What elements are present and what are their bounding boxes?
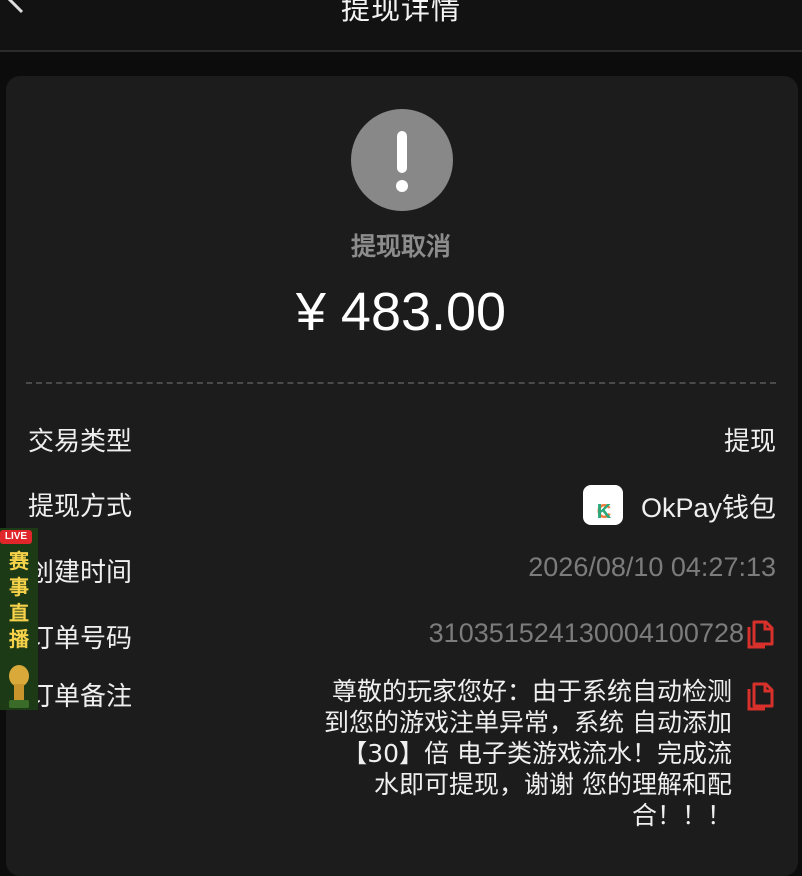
method-value: OkPay钱包 [640,493,776,523]
amount-value: ¥ 483.00 [295,282,507,342]
order-value: 310351524130004100728 [428,618,744,648]
live-banner-text: 赛事直播 [9,549,29,651]
status-text: 提现取消 [350,232,451,261]
type-label: 交易类型 [28,427,133,457]
top-nav-bar: 提现详情 [0,0,802,52]
remark-value: 尊敬的玩家您好：由于系统自动检测到您的游戏注单异常，系统 自动添加 【30】倍 … [324,677,732,830]
copy-remark-icon[interactable] [746,680,774,712]
okpay-logo-icon: CK [583,485,623,525]
method-label: 提现方式 [28,492,133,522]
live-stream-banner[interactable]: LIVE 赛事直播 [0,528,38,710]
order-label: 订单号码 [28,624,133,654]
live-tag: LIVE [0,530,32,544]
exclamation-icon [351,109,453,211]
type-value: 提现 [723,427,776,457]
created-label: 创建时间 [28,558,133,588]
page-title: 提现详情 [340,0,461,26]
copy-order-icon[interactable] [746,618,774,650]
created-value: 2026/08/10 04:27:13 [528,552,776,582]
trophy-icon [9,665,29,708]
dashed-divider [26,382,776,384]
remark-label: 订单备注 [28,682,133,712]
